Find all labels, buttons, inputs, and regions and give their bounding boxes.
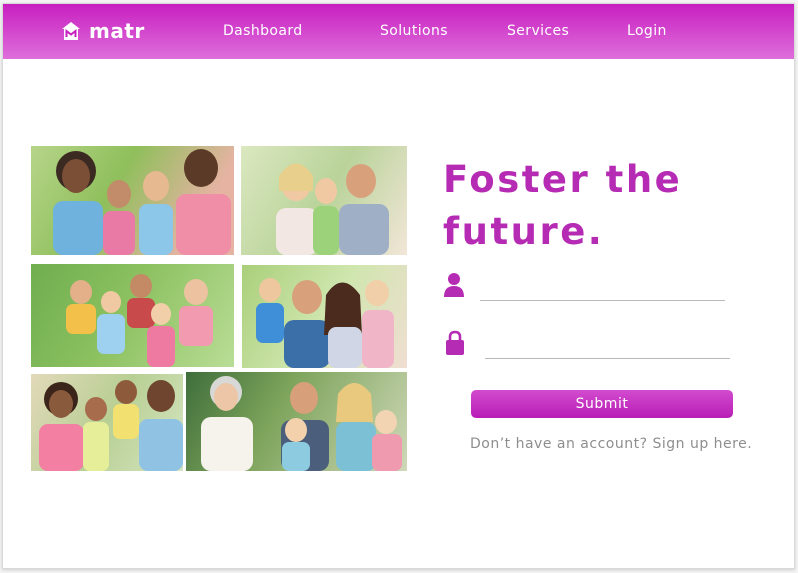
family-photo-1 [31, 146, 234, 255]
signup-link[interactable]: Don’t have an account? Sign up here. [470, 436, 752, 452]
family-photo-2 [241, 146, 407, 255]
username-input[interactable] [480, 279, 724, 299]
family-photo-5 [31, 374, 183, 471]
top-navbar: matr Dashboard Solutions Services Login [3, 4, 794, 59]
submit-button[interactable]: Submit [471, 390, 733, 418]
nav-solutions[interactable]: Solutions [380, 23, 448, 39]
nav-services[interactable]: Services [507, 23, 569, 39]
password-input[interactable] [485, 337, 729, 357]
brand-logo[interactable]: matr [61, 18, 145, 44]
username-underline [480, 300, 725, 301]
family-photo-3 [31, 264, 234, 367]
brand-name: matr [89, 19, 145, 43]
family-photo-6 [186, 372, 407, 471]
nav-login[interactable]: Login [627, 23, 667, 39]
nav-dashboard[interactable]: Dashboard [223, 23, 303, 39]
app-window: matr Dashboard Solutions Services Login [2, 3, 795, 569]
password-underline [485, 358, 730, 359]
hero-headline: Foster the future. [443, 158, 683, 253]
house-m-icon [61, 21, 81, 41]
lock-icon [445, 330, 467, 356]
user-icon [443, 272, 465, 298]
family-photo-4 [242, 265, 407, 368]
